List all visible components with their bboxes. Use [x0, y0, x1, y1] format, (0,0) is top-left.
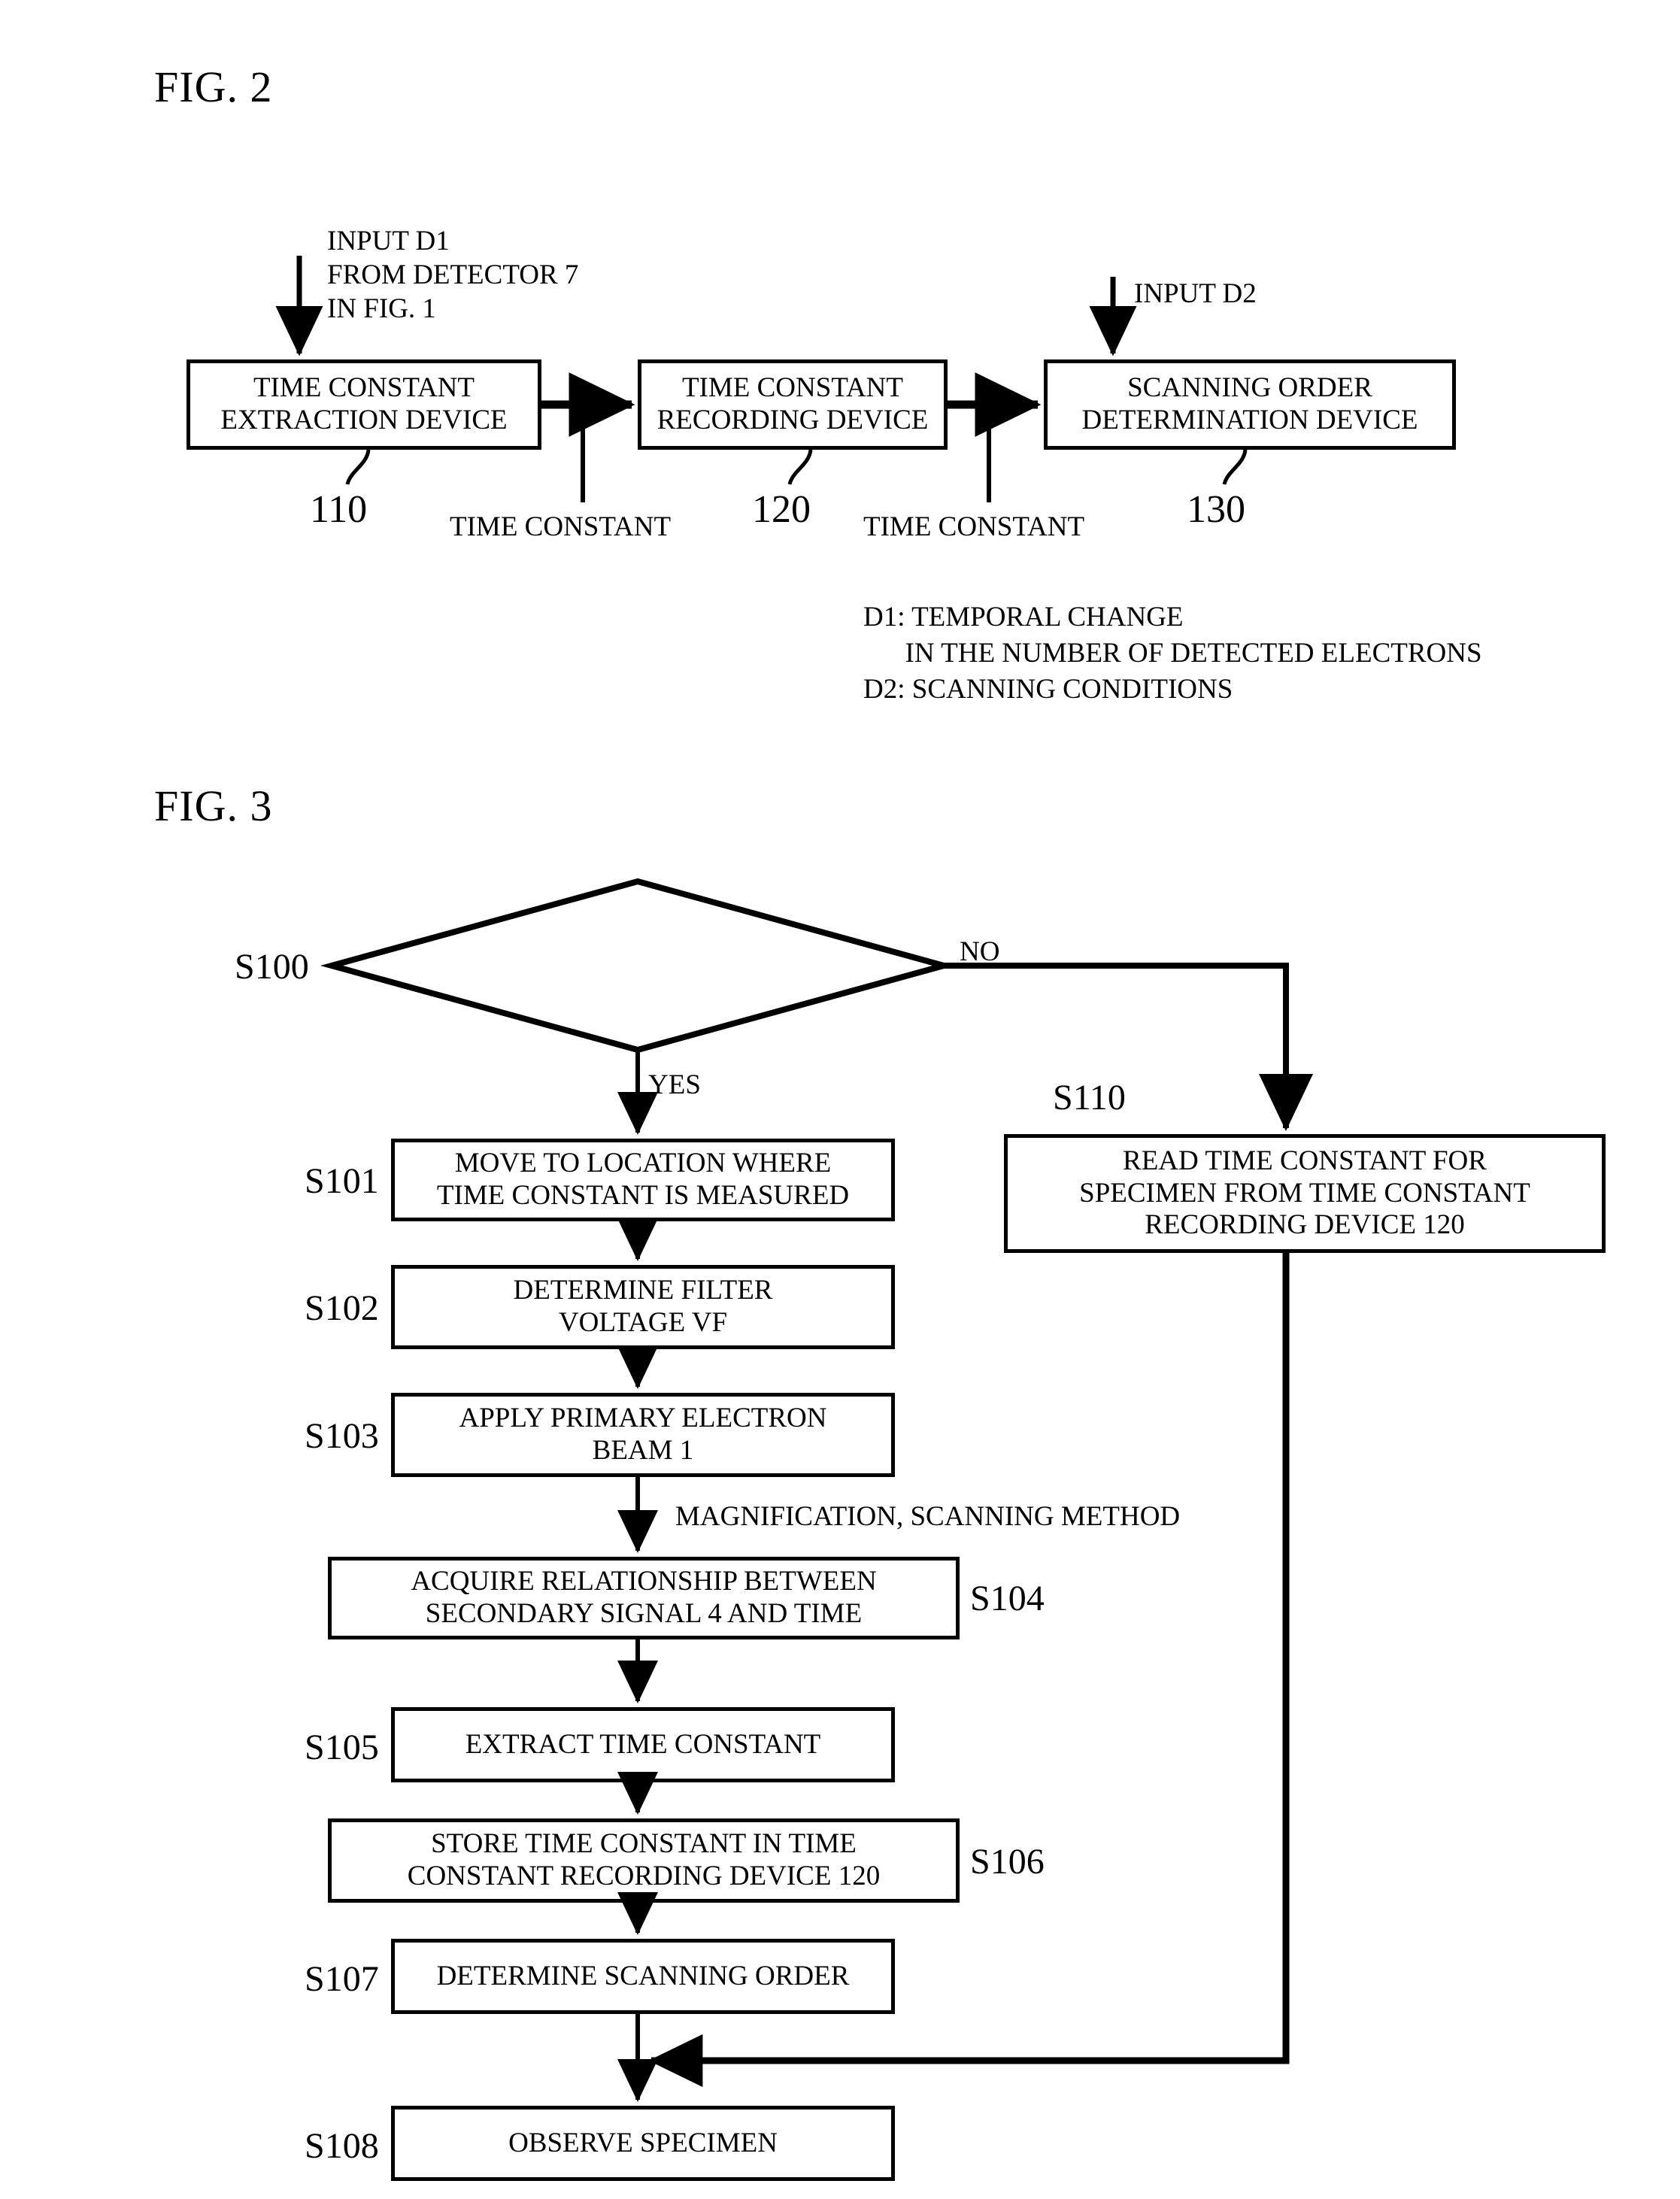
- decision-line-2: TIME CONSTANT NEEDS: [479, 951, 796, 983]
- box-line-2: SECONDARY SIGNAL 4 AND TIME: [425, 1598, 863, 1629]
- legend-d1-line-2: IN THE NUMBER OF DETECTED ELECTRONS: [863, 638, 1482, 669]
- branch-label-no: NO: [960, 936, 1000, 967]
- legend-d1-line-1: D1: TEMPORAL CHANGE: [863, 602, 1184, 632]
- step-box-s101[interactable]: MOVE TO LOCATION WHERE TIME CONSTANT IS …: [391, 1139, 895, 1221]
- box-line-2: RECORDING DEVICE: [657, 405, 929, 435]
- box-line-1: OBSERVE SPECIMEN: [508, 2127, 778, 2158]
- box-line-1: READ TIME CONSTANT FOR: [1123, 1145, 1487, 1176]
- annotation-magnification-scanning-method: MAGNIFICATION, SCANNING METHOD: [675, 1501, 1181, 1532]
- box-line-1: TIME CONSTANT: [253, 372, 475, 404]
- box-line-2: TIME CONSTANT IS MEASURED: [436, 1180, 850, 1211]
- box-line-1: SCANNING ORDER: [1127, 372, 1372, 404]
- scanning-order-determination-device-box[interactable]: SCANNING ORDER DETERMINATION DEVICE: [1044, 359, 1456, 450]
- step-label-s105: S105: [305, 1727, 379, 1767]
- step-label-s104: S104: [970, 1579, 1045, 1618]
- box-line-2: EXTRACTION DEVICE: [220, 405, 508, 435]
- step-label-s101: S101: [305, 1161, 379, 1201]
- time-constant-recording-device-box[interactable]: TIME CONSTANT RECORDING DEVICE: [638, 359, 948, 450]
- step-label-s106: S106: [970, 1842, 1045, 1882]
- step-label-s103: S103: [305, 1416, 379, 1456]
- box-line-2: BEAM 1: [592, 1435, 694, 1466]
- reference-numeral-110: 110: [310, 488, 368, 531]
- branch-label-yes: YES: [648, 1069, 701, 1100]
- legend-d2-line: D2: SCANNING CONDITIONS: [863, 674, 1233, 705]
- time-constant-extraction-device-box[interactable]: TIME CONSTANT EXTRACTION DEVICE: [186, 359, 541, 450]
- leader-130: [1222, 449, 1248, 485]
- step-box-s108[interactable]: OBSERVE SPECIMEN: [391, 2106, 895, 2181]
- box-line-1: STORE TIME CONSTANT IN TIME: [431, 1828, 857, 1860]
- box-line-2: SPECIMEN FROM TIME CONSTANT: [1079, 1177, 1530, 1209]
- box-line-1: MOVE TO LOCATION WHERE: [454, 1148, 832, 1179]
- step-label-s100: S100: [235, 947, 309, 987]
- box-line-1: TIME CONSTANT: [681, 372, 904, 404]
- box-line-1: ACQUIRE RELATIONSHIP BETWEEN: [411, 1566, 877, 1597]
- step-box-s105[interactable]: EXTRACT TIME CONSTANT: [391, 1707, 895, 1782]
- step-box-s104[interactable]: ACQUIRE RELATIONSHIP BETWEEN SECONDARY S…: [328, 1557, 960, 1639]
- step-box-s102[interactable]: DETERMINE FILTER VOLTAGE VF: [391, 1265, 895, 1349]
- step-box-s110[interactable]: READ TIME CONSTANT FOR SPECIMEN FROM TIM…: [1004, 1134, 1606, 1253]
- decision-s100-label: WHETHER OR NOT TIME CONSTANT NEEDS TO BE…: [427, 916, 848, 1018]
- box-line-3: RECORDING DEVICE 120: [1145, 1209, 1465, 1241]
- box-line-1: APPLY PRIMARY ELECTRON: [459, 1403, 827, 1434]
- box-line-1: DETERMINE SCANNING ORDER: [436, 1960, 850, 1991]
- box-line-1: DETERMINE FILTER: [513, 1275, 773, 1306]
- step-box-s106[interactable]: STORE TIME CONSTANT IN TIME CONSTANT REC…: [328, 1818, 960, 1903]
- box-line-1: EXTRACT TIME CONSTANT: [465, 1728, 821, 1760]
- step-label-s110: S110: [1053, 1078, 1126, 1118]
- box-line-2: VOLTAGE VF: [558, 1307, 728, 1338]
- step-label-s107: S107: [305, 1959, 379, 1999]
- reference-numeral-120: 120: [752, 488, 811, 531]
- step-label-s108: S108: [305, 2126, 379, 2166]
- leader-110: [345, 449, 371, 485]
- box-line-2: DETERMINATION DEVICE: [1081, 405, 1418, 435]
- time-constant-signal-label-2: TIME CONSTANT: [863, 511, 1085, 542]
- decision-line-1: WHETHER OR NOT: [514, 918, 761, 948]
- input-d1-label: INPUT D1 FROM DETECTOR 7 IN FIG. 1: [327, 226, 579, 325]
- step-box-s103[interactable]: APPLY PRIMARY ELECTRON BEAM 1: [391, 1393, 895, 1477]
- box-line-2: CONSTANT RECORDING DEVICE 120: [407, 1861, 881, 1891]
- figure-3-title: FIG. 3: [154, 781, 273, 830]
- time-constant-signal-label-1: TIME CONSTANT: [450, 511, 672, 542]
- input-d2-label: INPUT D2: [1134, 278, 1257, 309]
- leader-120: [787, 449, 813, 485]
- step-label-s102: S102: [305, 1288, 379, 1328]
- decision-line-3: TO BE MEASURED: [518, 985, 757, 1017]
- step-box-s107[interactable]: DETERMINE SCANNING ORDER: [391, 1939, 895, 2014]
- reference-numeral-130: 130: [1187, 488, 1245, 531]
- figure-2-title: FIG. 2: [154, 62, 273, 111]
